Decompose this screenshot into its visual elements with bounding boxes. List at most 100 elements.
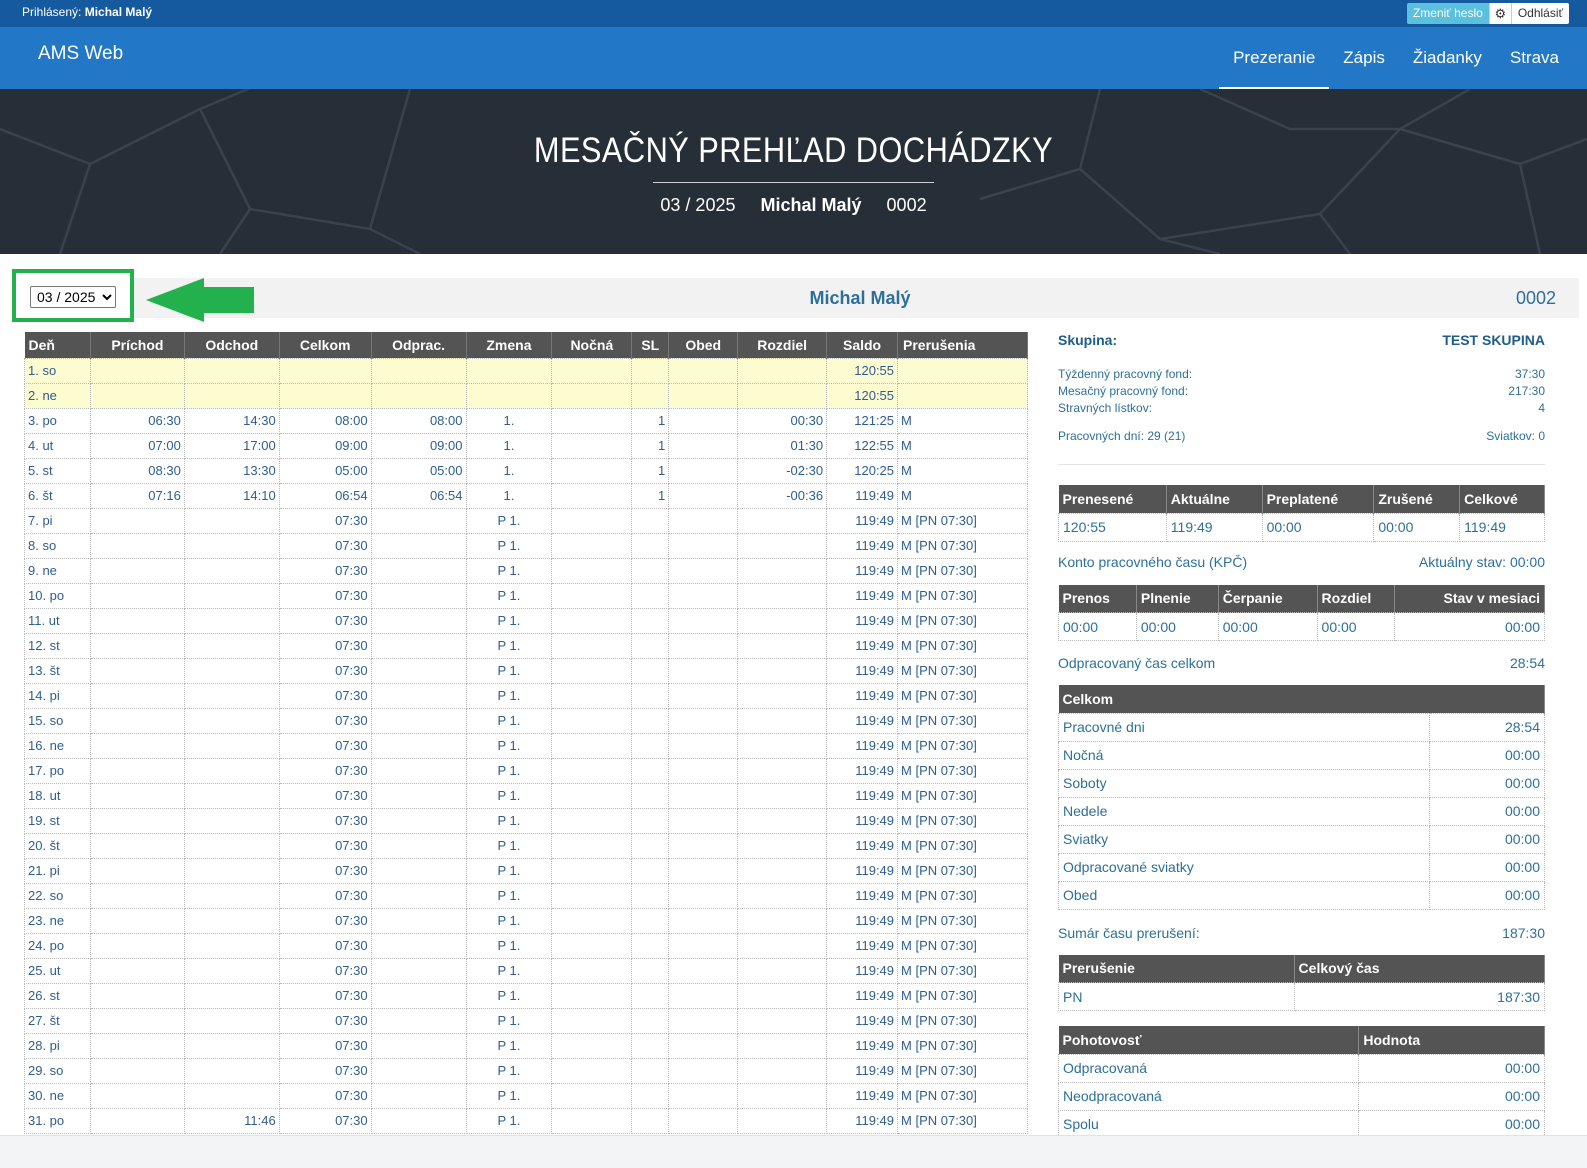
- cell-saldo: 121:25: [826, 407, 899, 434]
- total-row: Sviatky 00:00: [1057, 824, 1545, 854]
- cell-odprac: [370, 607, 467, 634]
- cell-odchod: [183, 707, 280, 734]
- cell-zmena: 1.: [465, 457, 553, 484]
- cell-obed: [668, 957, 739, 984]
- cell-obed: [668, 882, 739, 909]
- cell-odchod: [183, 657, 280, 684]
- cell-zmena: P 1.: [465, 532, 553, 559]
- cell-rozdiel: [737, 382, 828, 409]
- cell-prichod: [89, 1032, 185, 1059]
- cell-rozdiel: 01:30: [737, 432, 828, 459]
- cell-obed: [668, 682, 739, 709]
- cell-saldo: 119:49: [826, 1007, 899, 1034]
- cell-odchod: 14:30: [183, 407, 280, 434]
- interrupt-value: 187:30: [1293, 982, 1546, 1011]
- page-title: MESAČNÝ PREHĽAD DOCHÁDZKY: [533, 131, 1054, 170]
- cell-odprac: 06:54: [370, 482, 467, 509]
- cell-sl: [631, 707, 670, 734]
- cell-celkom: 07:30: [278, 832, 372, 859]
- cell-prichod: [89, 1007, 185, 1034]
- table-row: 22. so 07:30 P 1. 119:49 M [PN 07:30]: [24, 882, 1028, 909]
- cell-nocna: [551, 407, 633, 434]
- balance-col-zrusene: Zrušené: [1373, 485, 1461, 513]
- nav-item-ziadanky[interactable]: Žiadanky: [1399, 27, 1496, 89]
- weekly-fund-row: Týždenný pracovný fond: 37:30: [1058, 366, 1545, 383]
- interrupt-label: PN: [1058, 982, 1295, 1011]
- cell-odchod: [183, 632, 280, 659]
- cell-rozdiel: [737, 982, 828, 1009]
- cell-prerusenia: [897, 382, 1028, 409]
- cell-saldo: 119:49: [826, 982, 899, 1009]
- cell-prerusenia: M [PN 07:30]: [897, 832, 1028, 859]
- cell-odprac: [370, 632, 467, 659]
- cell-prerusenia: M [PN 07:30]: [897, 957, 1028, 984]
- cell-odprac: [370, 857, 467, 884]
- cell-obed: [668, 757, 739, 784]
- cell-prerusenia: M [PN 07:30]: [897, 907, 1028, 934]
- cell-zmena: P 1.: [465, 882, 553, 909]
- cell-zmena: P 1.: [465, 1032, 553, 1059]
- nav-item-prezeranie[interactable]: Prezeranie: [1219, 27, 1330, 89]
- cell-sl: [631, 857, 670, 884]
- cell-rozdiel: [737, 657, 828, 684]
- cell-celkom: 07:30: [278, 732, 372, 759]
- total-table: Celkom Pracovné dni 28:54 Nočná 00:00 Soboty…: [1057, 685, 1545, 910]
- cell-nocna: [551, 1032, 633, 1059]
- group-row: Skupina: TEST SKUPINA: [1058, 330, 1545, 348]
- cell-nocna: [551, 607, 633, 634]
- page-header-banner: MESAČNÝ PREHĽAD DOCHÁDZKY 03 / 2025 Mich…: [0, 89, 1587, 254]
- cell-prerusenia: M [PN 07:30]: [897, 657, 1028, 684]
- balance-aktualne: 119:49: [1165, 512, 1263, 542]
- cell-odchod: 13:30: [183, 457, 280, 484]
- table-row: 23. ne 07:30 P 1. 119:49 M [PN 07:30]: [24, 907, 1028, 934]
- col-prerusenia: Prerušenia: [897, 332, 1028, 358]
- cell-sl: [631, 682, 670, 709]
- cell-rozdiel: [737, 682, 828, 709]
- gear-icon[interactable]: ⚙: [1488, 3, 1511, 24]
- nav-item-zapis[interactable]: Zápis: [1329, 27, 1399, 89]
- cell-nocna: [551, 557, 633, 584]
- logout-button[interactable]: Odhlásiť: [1510, 3, 1569, 24]
- nav-item-strava[interactable]: Strava: [1496, 27, 1573, 89]
- cell-odchod: [183, 1032, 280, 1059]
- kpc-stav: 00:00: [1394, 612, 1545, 641]
- cell-nocna: [551, 482, 633, 509]
- cell-odchod: [183, 982, 280, 1009]
- brand-logo[interactable]: AMS Web: [38, 43, 123, 65]
- cell-prichod: [89, 382, 185, 409]
- cell-zmena: P 1.: [465, 857, 553, 884]
- attendance-body: 1. so 120:55 2. ne 120:55 3. po 06:30 14:30 08:…: [24, 357, 1028, 1134]
- cell-day: 12. st: [24, 632, 91, 659]
- cell-day: 21. pi: [24, 857, 91, 884]
- cell-saldo: 120:55: [826, 382, 899, 409]
- cell-celkom: 07:30: [278, 607, 372, 634]
- kpc-values-row: 00:00 00:00 00:00 00:00 00:00: [1058, 612, 1545, 641]
- cell-rozdiel: [737, 607, 828, 634]
- cell-obed: [668, 632, 739, 659]
- cell-rozdiel: [737, 632, 828, 659]
- worked-total-value: 28:54: [1509, 655, 1545, 671]
- cell-prerusenia: M [PN 07:30]: [897, 682, 1028, 709]
- cell-prerusenia: M [PN 07:30]: [897, 1107, 1028, 1134]
- cell-sl: [631, 932, 670, 959]
- cell-saldo: 119:49: [826, 807, 899, 834]
- cell-nocna: [551, 907, 633, 934]
- cell-sl: [631, 1057, 670, 1084]
- cell-rozdiel: -02:30: [737, 457, 828, 484]
- cell-nocna: [551, 882, 633, 909]
- kpc-row: Konto pracovného času (KPČ) Aktuálny sta…: [1058, 554, 1545, 570]
- standby-label: Spolu: [1057, 1109, 1360, 1139]
- change-password-button[interactable]: Zmeniť heslo: [1406, 3, 1489, 24]
- summary-divider: [1058, 464, 1545, 465]
- cell-odchod: [183, 1007, 280, 1034]
- cell-nocna: [551, 507, 633, 534]
- cell-sl: [631, 732, 670, 759]
- workdays-label: Pracovných dní: 29 (21): [1058, 429, 1186, 443]
- cell-zmena: P 1.: [465, 907, 553, 934]
- cell-obed: [668, 457, 739, 484]
- standby-value: 00:00: [1358, 1081, 1545, 1111]
- cell-odchod: 14:10: [183, 482, 280, 509]
- total-label: Obed: [1057, 880, 1431, 910]
- balance-col-prenesene: Prenesené: [1058, 485, 1167, 513]
- interrupt-table: Prerušenie Celkový čas PN 187:30: [1058, 954, 1546, 1011]
